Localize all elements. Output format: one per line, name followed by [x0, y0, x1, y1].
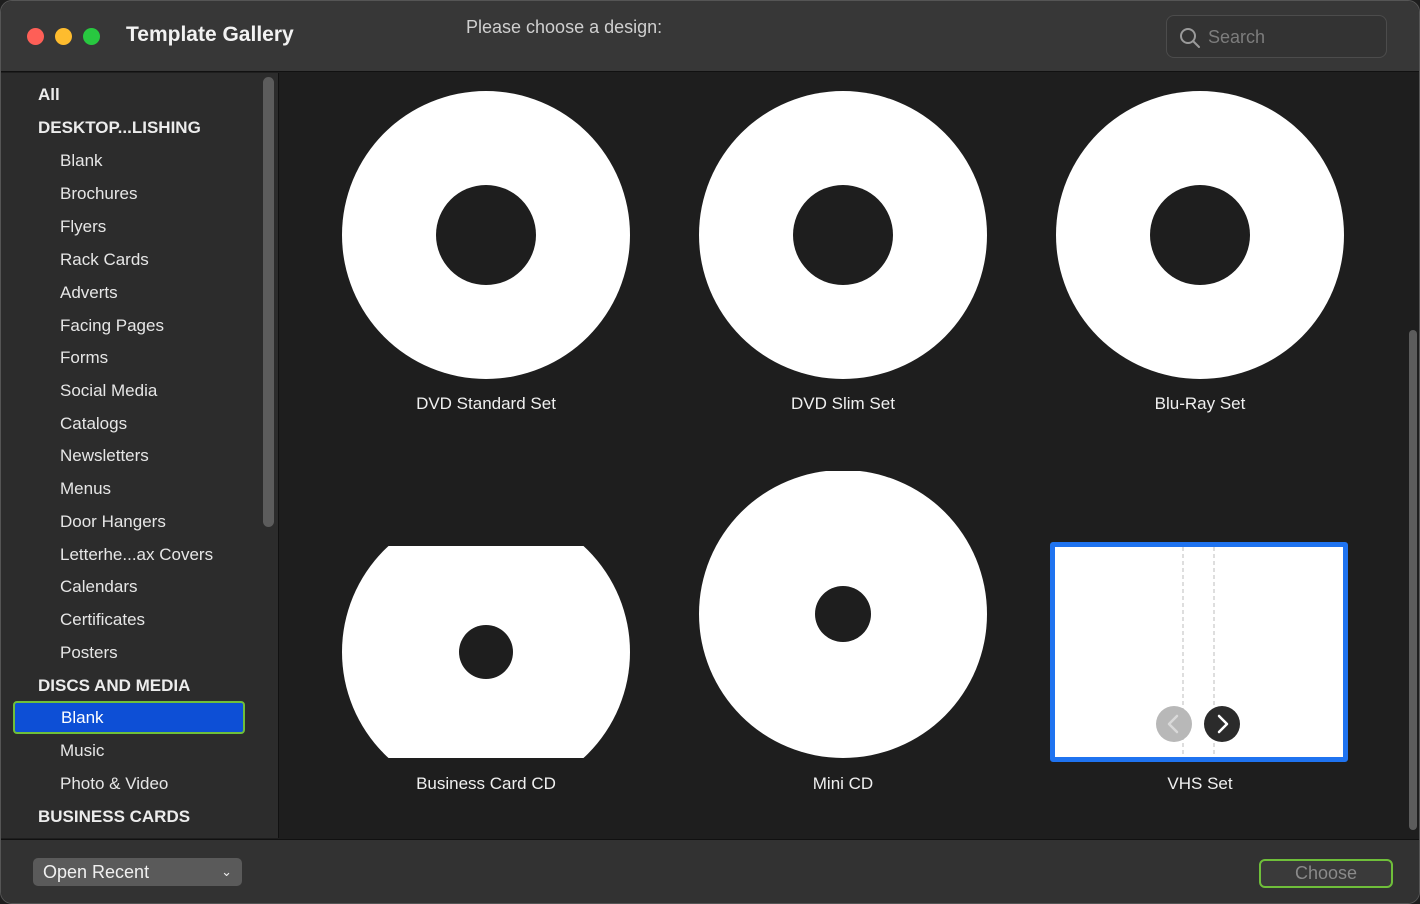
title-bar: Template Gallery Please choose a design: [1, 1, 1419, 72]
sidebar-item-music[interactable]: Music [1, 734, 259, 767]
open-recent-dropdown[interactable]: Open Recent ⌄ [33, 858, 242, 886]
disc-icon [699, 91, 987, 379]
template-label: DVD Slim Set [791, 394, 895, 413]
zoom-window-button[interactable] [83, 28, 100, 45]
category-sidebar: All DESKTOP...LISHING Blank Brochures Fl… [1, 73, 279, 838]
bottom-bar: Open Recent ⌄ Choose [1, 839, 1419, 903]
template-gallery-window: Template Gallery Please choose a design:… [0, 0, 1420, 904]
template-mini-cd[interactable]: Mini CD [699, 471, 999, 801]
sidebar-item-posters[interactable]: Posters [1, 636, 259, 669]
window-title: Template Gallery [126, 23, 294, 46]
template-blu-ray-set[interactable]: Blu-Ray Set [1056, 91, 1356, 421]
business-card-disc-icon [342, 546, 630, 758]
template-grid: DVD Standard Set DVD Slim Set Blu-Ray Se… [280, 73, 1419, 838]
search-field[interactable] [1166, 15, 1387, 58]
template-label: Mini CD [812, 774, 874, 793]
sidebar-item-all[interactable]: All [1, 78, 259, 111]
disc-icon [342, 91, 630, 379]
sidebar-item-letterheads-fax-covers[interactable]: Letterhe...ax Covers [1, 538, 259, 571]
sidebar-item-door-hangers[interactable]: Door Hangers [1, 505, 259, 538]
mini-disc-icon [699, 471, 987, 758]
sidebar-item-menus[interactable]: Menus [1, 472, 259, 505]
sidebar-scrollbar[interactable] [263, 77, 274, 527]
sidebar-section-discs-and-media[interactable]: DISCS AND MEDIA [1, 669, 259, 702]
template-label: Blu-Ray Set [1154, 394, 1246, 413]
sidebar-item-certificates[interactable]: Certificates [1, 603, 259, 636]
sidebar-item-calendars[interactable]: Calendars [1, 570, 259, 603]
template-vhs-set[interactable]: VHS Set [1042, 542, 1362, 802]
sidebar-item-discs-blank[interactable]: Blank [13, 701, 245, 734]
next-preview-button[interactable] [1203, 705, 1241, 743]
vhs-cover-icon [1050, 542, 1348, 762]
choose-button[interactable]: Choose [1259, 859, 1393, 888]
dialog-prompt: Please choose a design: [466, 17, 663, 37]
open-recent-label: Open Recent [43, 862, 150, 882]
sidebar-item-social-media[interactable]: Social Media [1, 374, 259, 407]
search-input[interactable] [1208, 24, 1378, 50]
minimize-window-button[interactable] [55, 28, 72, 45]
search-icon [1180, 28, 1200, 48]
sidebar-item-flyers[interactable]: Flyers [1, 210, 259, 243]
sidebar-item-photo-video[interactable]: Photo & Video [1, 767, 259, 800]
sidebar-item-facing-pages[interactable]: Facing Pages [1, 309, 259, 342]
template-grid-scrollbar[interactable] [1409, 330, 1417, 830]
sidebar-item-adverts[interactable]: Adverts [1, 276, 259, 309]
sidebar-section-desktop-publishing[interactable]: DESKTOP...LISHING [1, 111, 259, 144]
close-window-button[interactable] [27, 28, 44, 45]
sidebar-item-rack-cards[interactable]: Rack Cards [1, 243, 259, 276]
sidebar-item-newsletters[interactable]: Newsletters [1, 439, 259, 472]
sidebar-section-business-cards[interactable]: BUSINESS CARDS [1, 800, 259, 833]
sidebar-item-blank[interactable]: Blank [1, 144, 259, 177]
disc-icon [1056, 91, 1344, 379]
template-label: Business Card CD [416, 774, 556, 793]
chevron-down-icon: ⌄ [221, 864, 232, 879]
sidebar-item-catalogs[interactable]: Catalogs [1, 407, 259, 440]
template-business-card-cd[interactable]: Business Card CD [342, 471, 642, 801]
template-dvd-standard-set[interactable]: DVD Standard Set [342, 91, 642, 421]
template-dvd-slim-set[interactable]: DVD Slim Set [699, 91, 999, 421]
previous-preview-button[interactable] [1155, 705, 1193, 743]
template-label: DVD Standard Set [416, 394, 556, 413]
template-label: VHS Set [1167, 774, 1233, 793]
sidebar-item-forms[interactable]: Forms [1, 341, 259, 374]
sidebar-item-brochures[interactable]: Brochures [1, 177, 259, 210]
